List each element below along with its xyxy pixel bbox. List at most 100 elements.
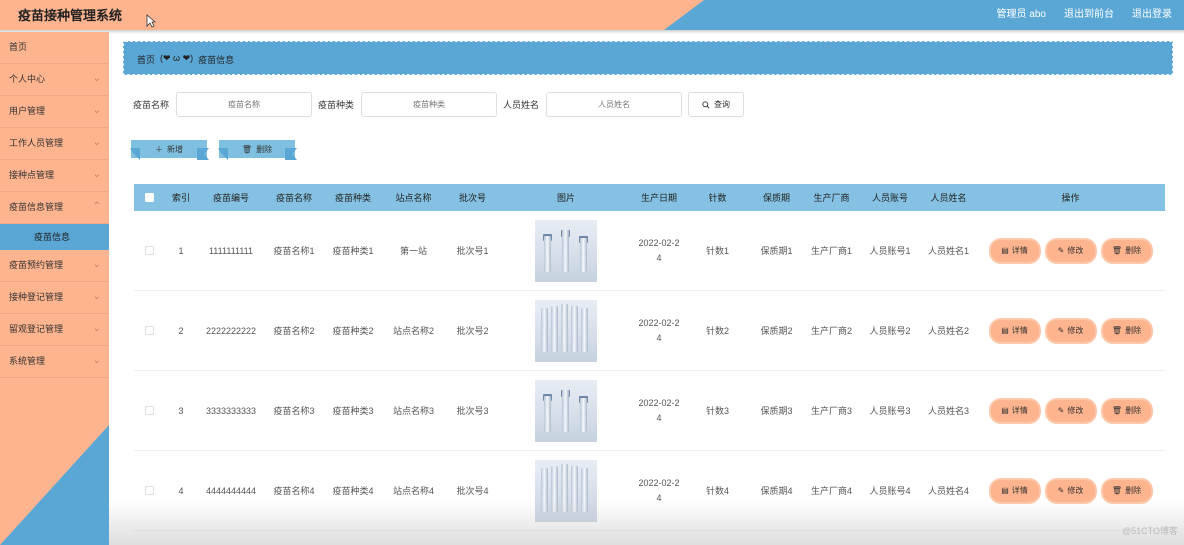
cell-type: 疫苗种类1 xyxy=(332,246,374,256)
pencil-icon: ✎ xyxy=(1057,246,1065,255)
table-header-row: 索引 疫苗编号 疫苗名称 疫苗种类 站点名称 批次号 图片 生产日期 针数 保质… xyxy=(134,184,1165,211)
search-row: 疫苗名称 疫苗种类 人员姓名 查询 xyxy=(133,92,745,117)
detail-button[interactable]: ▤ 详情 xyxy=(990,399,1039,422)
col-header-actions: 操作 xyxy=(1061,193,1080,203)
add-button-label: 新增 xyxy=(167,144,183,154)
cell-batch: 批次号3 xyxy=(456,406,489,416)
cell-account: 人员账号2 xyxy=(869,326,911,336)
cell-date: 2022-02-2 4 xyxy=(638,397,680,423)
cell-index: 3 xyxy=(178,405,184,416)
table-row: 3 3333333333 疫苗名称3 疫苗种类3 站点名称3 批次号3 2022… xyxy=(134,371,1165,451)
pencil-icon: ✎ xyxy=(1057,406,1065,415)
sidebar-item-label: 个人中心 xyxy=(9,74,46,84)
trash-icon: 🗑 xyxy=(1111,486,1123,495)
search-icon xyxy=(702,100,710,109)
sidebar-item-sites[interactable]: 接种点管理 ⌄ xyxy=(0,160,109,192)
person-name-label: 人员姓名 xyxy=(503,100,540,110)
col-header-index: 索引 xyxy=(171,193,190,203)
cell-dose: 针数1 xyxy=(705,246,729,256)
cell-actions: ▤ 详情 ✎ 修改 🗑 删除 xyxy=(976,239,1165,262)
row-checkbox[interactable] xyxy=(134,406,164,415)
sidebar-item-label: 首页 xyxy=(9,42,28,52)
select-all-checkbox[interactable] xyxy=(134,193,164,202)
sidebar-item-label: 用户管理 xyxy=(9,106,46,116)
breadcrumb-bar: 首页 (❤ ω ❤) 疫苗信息 xyxy=(123,41,1173,75)
breadcrumb-home[interactable]: 首页 xyxy=(137,53,155,66)
cell-index: 2 xyxy=(178,325,184,336)
logout-link[interactable]: 退出登录 xyxy=(1132,5,1172,20)
vaccine-type-label: 疫苗种类 xyxy=(318,100,355,110)
row-checkbox[interactable] xyxy=(134,326,164,335)
col-header-code: 疫苗编号 xyxy=(212,193,249,203)
col-header-name: 疫苗名称 xyxy=(275,193,312,203)
sidebar-item-label: 工作人员管理 xyxy=(9,138,64,148)
col-header-shelf-life: 保质期 xyxy=(762,193,790,203)
delete-button[interactable]: 🗑 删除 xyxy=(1102,319,1151,342)
batch-delete-button[interactable]: 🗑 删除 xyxy=(219,140,295,158)
trash-icon: 🗑 xyxy=(1111,406,1123,415)
delete-button[interactable]: 🗑 删除 xyxy=(1102,399,1151,422)
cell-batch: 批次号1 xyxy=(456,246,489,256)
vaccine-image[interactable] xyxy=(535,219,597,282)
sidebar-item-personal[interactable]: 个人中心 ⌄ xyxy=(0,64,109,96)
cell-code: 3333333333 xyxy=(205,405,257,416)
cell-maker: 生产厂商1 xyxy=(810,246,852,256)
chevron-down-icon: ⌄ xyxy=(92,291,101,302)
edit-button[interactable]: ✎ 修改 xyxy=(1046,479,1095,502)
front-link[interactable]: 退出到前台 xyxy=(1064,5,1114,20)
col-header-batch: 批次号 xyxy=(458,193,486,203)
vaccine-table: 索引 疫苗编号 疫苗名称 疫苗种类 站点名称 批次号 图片 生产日期 针数 保质… xyxy=(134,184,1165,531)
cell-image xyxy=(500,219,632,282)
delete-button[interactable]: 🗑 删除 xyxy=(1102,479,1151,502)
col-header-type: 疫苗种类 xyxy=(334,193,371,203)
cell-code: 4444444444 xyxy=(205,485,257,496)
vaccine-image[interactable] xyxy=(535,299,597,362)
cell-date: 2022-02-2 4 xyxy=(638,237,680,263)
person-name-input[interactable] xyxy=(546,92,683,117)
sidebar-item-observation-register[interactable]: 留观登记管理 ⌄ xyxy=(0,314,109,346)
header-links: 管理员 abo 退出到前台 退出登录 xyxy=(997,5,1172,20)
sidebar-item-vaccination-register[interactable]: 接种登记管理 ⌄ xyxy=(0,282,109,314)
edit-button[interactable]: ✎ 修改 xyxy=(1046,239,1095,262)
trash-icon: 🗑 xyxy=(241,144,253,154)
cell-site: 站点名称4 xyxy=(392,486,434,496)
cell-shelf-life: 保质期4 xyxy=(760,486,793,496)
row-checkbox[interactable] xyxy=(134,246,164,255)
cell-account: 人员账号1 xyxy=(869,246,911,256)
detail-button[interactable]: ▤ 详情 xyxy=(990,479,1039,502)
sidebar-item-system[interactable]: 系统管理 ⌄ xyxy=(0,346,109,378)
cell-dose: 针数4 xyxy=(705,486,729,496)
admin-user-label: 管理员 abo xyxy=(996,9,1046,20)
sidebar-item-home[interactable]: 首页 xyxy=(0,32,109,64)
breadcrumb: 首页 (❤ ω ❤) 疫苗信息 xyxy=(137,53,234,66)
vaccine-name-input[interactable] xyxy=(176,92,313,117)
detail-button[interactable]: ▤ 详情 xyxy=(990,239,1039,262)
col-header-person-name: 人员姓名 xyxy=(930,193,967,203)
row-checkbox[interactable] xyxy=(134,486,164,495)
sidebar-item-vaccine-mgmt[interactable]: 疫苗信息管理 ⌃ xyxy=(0,192,109,224)
cell-shelf-life: 保质期1 xyxy=(760,246,793,256)
sidebar-subitem-vaccine-info[interactable]: 疫苗信息 xyxy=(0,224,109,250)
sidebar-item-staff[interactable]: 工作人员管理 ⌄ xyxy=(0,128,109,160)
sidebar-item-appointments[interactable]: 疫苗预约管理 ⌄ xyxy=(0,250,109,282)
vaccine-type-input[interactable] xyxy=(361,92,498,117)
document-icon: ▤ xyxy=(1001,326,1009,335)
detail-button[interactable]: ▤ 详情 xyxy=(990,319,1039,342)
cell-site: 第一站 xyxy=(399,246,427,256)
delete-button[interactable]: 🗑 删除 xyxy=(1102,239,1151,262)
add-button[interactable]: ＋ 新增 xyxy=(131,140,207,158)
chevron-down-icon: ⌄ xyxy=(92,73,101,84)
watermark: @51CTO博客 xyxy=(1122,526,1178,536)
cell-name: 疫苗名称1 xyxy=(273,246,315,256)
col-header-date: 生产日期 xyxy=(640,193,677,203)
edit-button[interactable]: ✎ 修改 xyxy=(1046,319,1095,342)
cell-image xyxy=(500,379,632,442)
vaccine-image[interactable] xyxy=(535,379,597,442)
sidebar-item-users[interactable]: 用户管理 ⌄ xyxy=(0,96,109,128)
edit-button[interactable]: ✎ 修改 xyxy=(1046,399,1095,422)
main-content: 首页 (❤ ω ❤) 疫苗信息 疫苗名称 疫苗种类 人员姓名 查询 ＋ 新增 🗑… xyxy=(109,32,1184,545)
col-header-account: 人员账号 xyxy=(871,193,908,203)
cell-person-name: 人员姓名4 xyxy=(927,486,969,496)
query-button[interactable]: 查询 xyxy=(688,92,745,117)
chevron-up-icon: ⌃ xyxy=(92,201,101,212)
